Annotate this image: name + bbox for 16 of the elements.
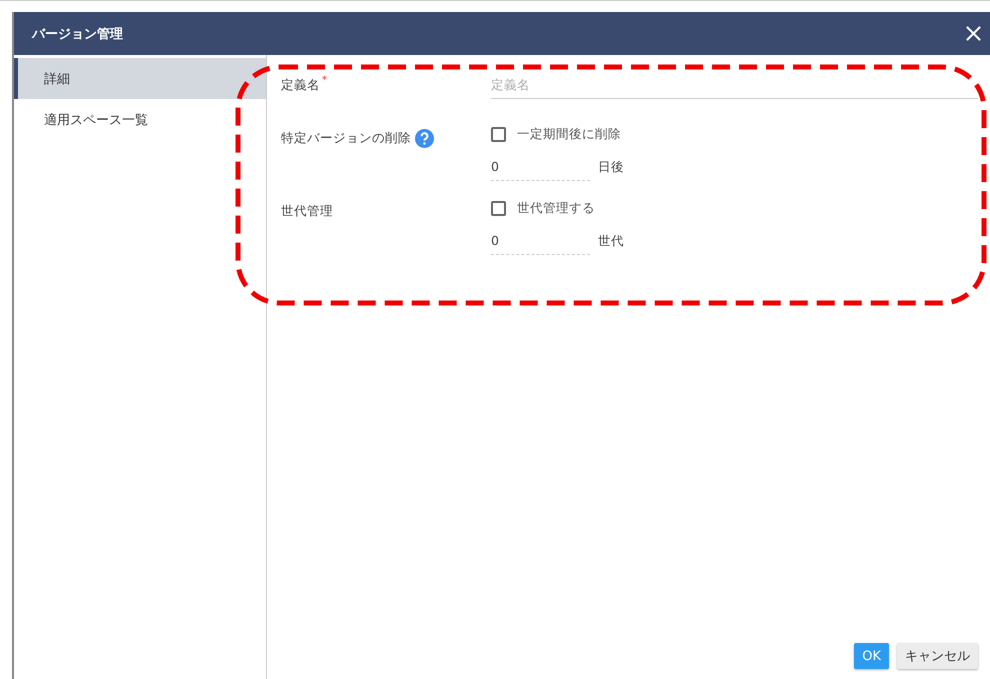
field-label: 特定バージョンの削除 bbox=[281, 130, 411, 147]
field-label: 世代管理 bbox=[281, 203, 333, 220]
checkbox[interactable] bbox=[491, 201, 506, 216]
sidebar-item[interactable]: 詳細 bbox=[14, 58, 266, 99]
close-icon[interactable] bbox=[965, 25, 982, 42]
required-mark: * bbox=[322, 75, 327, 86]
window-title: バージョン管理 bbox=[32, 26, 123, 42]
field-label: 定義名 bbox=[281, 77, 320, 94]
help-icon[interactable] bbox=[415, 129, 434, 148]
unit-label: 日後 bbox=[598, 158, 624, 176]
checkbox-label: 世代管理する bbox=[517, 200, 595, 217]
cancel-button[interactable]: キャンセル bbox=[897, 643, 978, 669]
checkbox[interactable] bbox=[491, 127, 506, 142]
checkbox-label: 一定期間後に削除 bbox=[517, 126, 621, 143]
unit-label: 世代 bbox=[598, 232, 624, 250]
sidebar-item[interactable]: 適用スペース一覧 bbox=[14, 99, 266, 140]
